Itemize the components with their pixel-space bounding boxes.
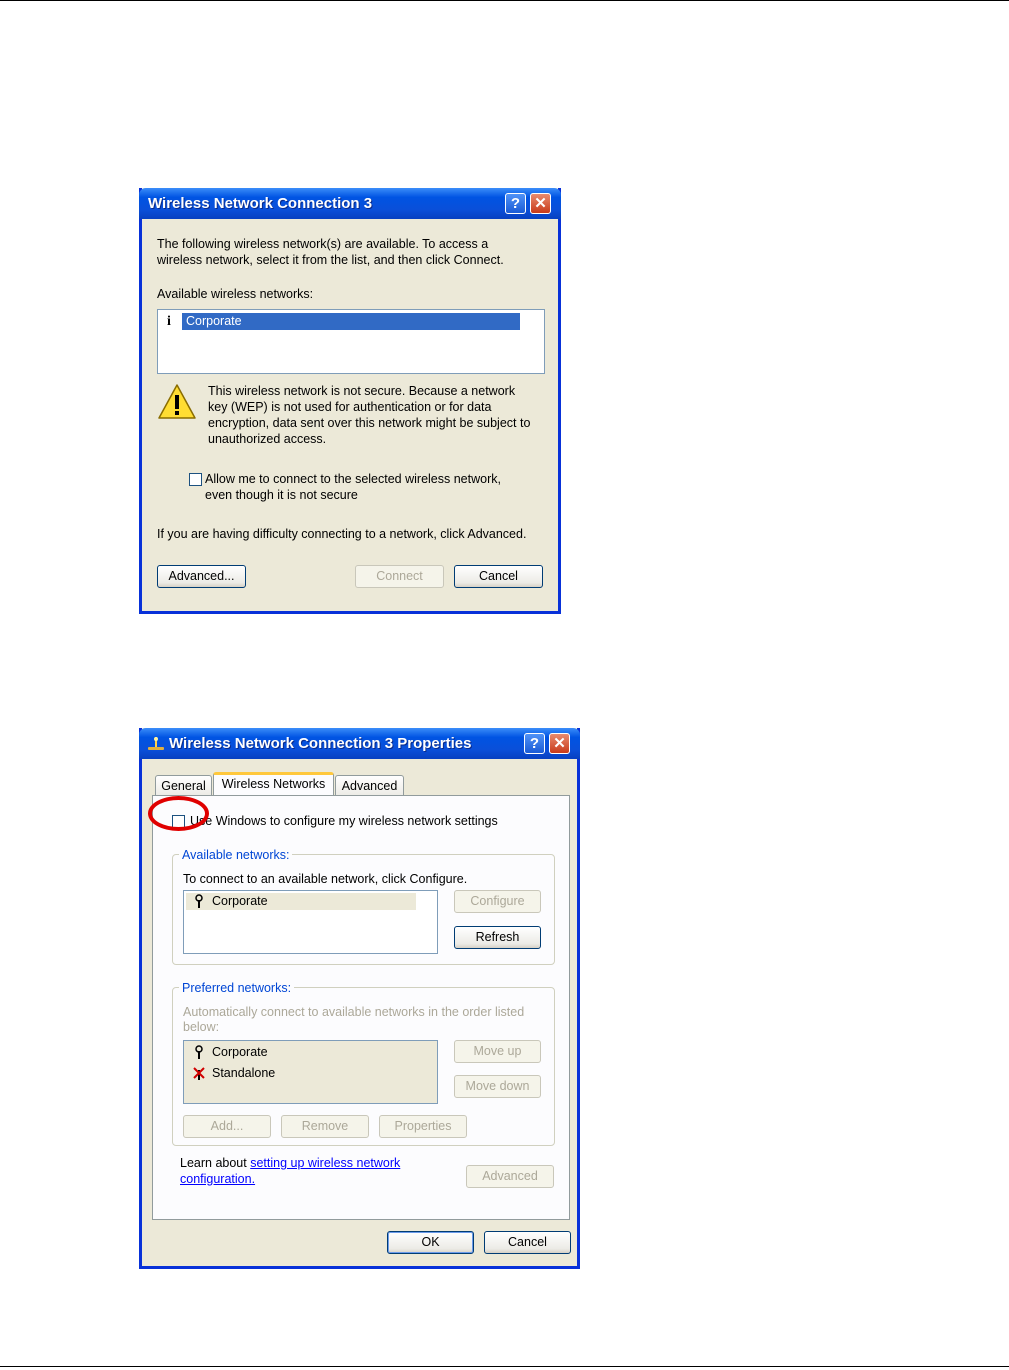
list-item[interactable]: Standalone bbox=[186, 1064, 416, 1083]
learn-about-text: Learn about setting up wireless network bbox=[180, 1155, 400, 1171]
disconnected-network-icon bbox=[193, 1066, 205, 1083]
warning-line-4: unauthorized access. bbox=[208, 432, 327, 446]
network-name: Corporate bbox=[182, 313, 520, 330]
difficulty-text: If you are having difficulty connecting … bbox=[157, 527, 527, 541]
network-icon: i bbox=[167, 314, 171, 329]
network-name: Corporate bbox=[212, 1045, 268, 1059]
advanced-button[interactable]: Advanced bbox=[466, 1165, 554, 1188]
allow-insecure-label-2[interactable]: even though it is not secure bbox=[205, 487, 358, 503]
ok-button[interactable]: OK bbox=[387, 1231, 474, 1254]
move-down-button[interactable]: Move down bbox=[454, 1075, 541, 1098]
dialog-title: Wireless Network Connection 3 bbox=[148, 195, 373, 212]
close-icon[interactable]: ✕ bbox=[530, 193, 551, 214]
preferred-instructions-2: below: bbox=[183, 1020, 220, 1034]
advanced-button[interactable]: Advanced... bbox=[157, 565, 246, 588]
wireless-connection-dialog: Wireless Network Connection 3 ? ✕ The fo… bbox=[139, 188, 561, 614]
wireless-antenna-icon bbox=[193, 1045, 205, 1062]
allow-insecure-checkbox[interactable] bbox=[189, 473, 202, 486]
available-networks-label: Available wireless networks: bbox=[157, 287, 314, 301]
warning-line-3: encryption, data sent over this network … bbox=[208, 416, 531, 430]
help-icon[interactable]: ? bbox=[524, 733, 545, 754]
use-windows-label[interactable]: Use Windows to configure my wireless net… bbox=[190, 813, 498, 829]
list-item[interactable]: i Corporate bbox=[164, 313, 520, 330]
connect-button[interactable]: Connect bbox=[355, 565, 444, 588]
tab-wireless-networks[interactable]: Wireless Networks bbox=[213, 772, 334, 796]
learn-about-prefix: Learn about bbox=[180, 1156, 251, 1170]
learn-about-link-2[interactable]: configuration. bbox=[180, 1171, 255, 1187]
network-name: Corporate bbox=[212, 894, 268, 908]
dialog-title: Wireless Network Connection 3 Properties bbox=[169, 735, 472, 752]
highlight-circle bbox=[148, 796, 209, 831]
cancel-button[interactable]: Cancel bbox=[484, 1231, 571, 1254]
wireless-antenna-icon bbox=[193, 894, 205, 911]
help-icon[interactable]: ? bbox=[505, 193, 526, 214]
available-networks-list[interactable]: Corporate bbox=[183, 890, 438, 954]
add-button[interactable]: Add... bbox=[183, 1115, 271, 1138]
title-bar[interactable]: Wireless Network Connection 3 Properties… bbox=[139, 728, 580, 759]
properties-button[interactable]: Properties bbox=[379, 1115, 467, 1138]
available-instructions: To connect to an available network, clic… bbox=[183, 872, 468, 886]
warning-line-2: key (WEP) is not used for authentication… bbox=[208, 400, 492, 414]
list-item[interactable]: Corporate bbox=[186, 893, 416, 910]
tab-advanced[interactable]: Advanced bbox=[335, 775, 404, 796]
intro-line-1: The following wireless network(s) are av… bbox=[157, 237, 489, 251]
wireless-properties-dialog: Wireless Network Connection 3 Properties… bbox=[139, 728, 580, 1269]
title-bar[interactable]: Wireless Network Connection 3 ? ✕ bbox=[139, 188, 561, 219]
tab-panel: Use Windows to configure my wireless net… bbox=[148, 795, 570, 1220]
allow-insecure-label-1[interactable]: Allow me to connect to the selected wire… bbox=[205, 471, 501, 487]
close-icon[interactable]: ✕ bbox=[549, 733, 570, 754]
warning-line-1: This wireless network is not secure. Bec… bbox=[208, 384, 516, 398]
preferred-networks-group: Preferred networks: Automatically connec… bbox=[172, 981, 555, 1146]
network-connection-icon bbox=[147, 736, 165, 756]
configure-button[interactable]: Configure bbox=[454, 890, 541, 913]
remove-button[interactable]: Remove bbox=[281, 1115, 369, 1138]
refresh-button[interactable]: Refresh bbox=[454, 926, 541, 949]
intro-line-2: wireless network, select it from the lis… bbox=[157, 253, 504, 267]
preferred-networks-list[interactable]: Corporate Standalone bbox=[183, 1040, 438, 1104]
page-top-rule bbox=[0, 0, 1009, 1]
network-name: Standalone bbox=[212, 1066, 276, 1080]
available-networks-group: Available networks: To connect to an ava… bbox=[172, 848, 555, 965]
preferred-instructions-1: Automatically connect to available netwo… bbox=[183, 1005, 525, 1019]
move-up-button[interactable]: Move up bbox=[454, 1040, 541, 1063]
page-bottom-rule bbox=[0, 1366, 1009, 1367]
available-networks-list[interactable]: i Corporate bbox=[157, 309, 545, 374]
warning-icon bbox=[157, 383, 197, 421]
tab-general[interactable]: General bbox=[155, 775, 212, 796]
available-networks-legend: Available networks: bbox=[179, 848, 293, 862]
cancel-button[interactable]: Cancel bbox=[454, 565, 543, 588]
preferred-networks-legend: Preferred networks: bbox=[179, 981, 295, 995]
list-item[interactable]: Corporate bbox=[186, 1043, 416, 1062]
learn-about-link[interactable]: setting up wireless network bbox=[250, 1156, 400, 1170]
